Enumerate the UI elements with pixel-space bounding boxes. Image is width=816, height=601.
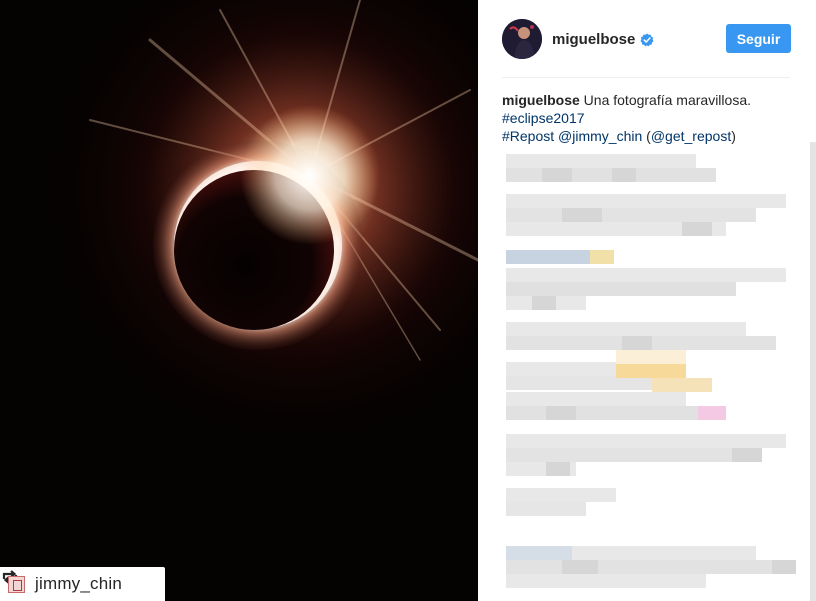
repost-source-avatar bbox=[8, 575, 25, 593]
pixelated-comments-area bbox=[502, 150, 816, 601]
hashtag-link[interactable]: #eclipse2017 bbox=[502, 110, 585, 126]
caption-paren-open: ( bbox=[642, 128, 651, 144]
repost-hashtag-text[interactable]: #Repost bbox=[502, 128, 558, 144]
mention-link-get-repost[interactable]: @get_repost bbox=[651, 128, 731, 144]
repost-source-name[interactable]: jimmy_chin bbox=[35, 574, 122, 594]
header-divider bbox=[502, 77, 790, 78]
caption-text: Una fotografía maravillosa. bbox=[579, 92, 751, 108]
scrollbar[interactable] bbox=[810, 142, 816, 601]
eclipse-image bbox=[0, 0, 478, 601]
post-side-panel: miguelbose Seguir miguelbose Una fotogra… bbox=[478, 0, 816, 601]
caption-username[interactable]: miguelbose bbox=[502, 92, 580, 108]
caption-line-1: miguelbose Una fotografía maravillosa. bbox=[502, 91, 792, 109]
verified-badge-icon bbox=[640, 33, 654, 46]
header-username[interactable]: miguelbose bbox=[552, 31, 635, 48]
avatar-image bbox=[502, 19, 542, 59]
caption-line-2: #eclipse2017 bbox=[502, 109, 792, 127]
caption-paren-close: ) bbox=[731, 128, 736, 144]
repost-badge[interactable]: jimmy_chin bbox=[0, 567, 165, 601]
post-photo[interactable]: jimmy_chin bbox=[0, 0, 478, 601]
follow-button[interactable]: Seguir bbox=[726, 24, 791, 53]
mention-link-jimmy-chin[interactable]: @jimmy_chin bbox=[558, 128, 642, 144]
pixelated-comments-image bbox=[506, 154, 796, 588]
avatar[interactable] bbox=[502, 19, 542, 59]
post-caption: miguelbose Una fotografía maravillosa. #… bbox=[502, 91, 792, 145]
caption-line-3: #Repost @jimmy_chin (@get_repost) bbox=[502, 127, 792, 145]
